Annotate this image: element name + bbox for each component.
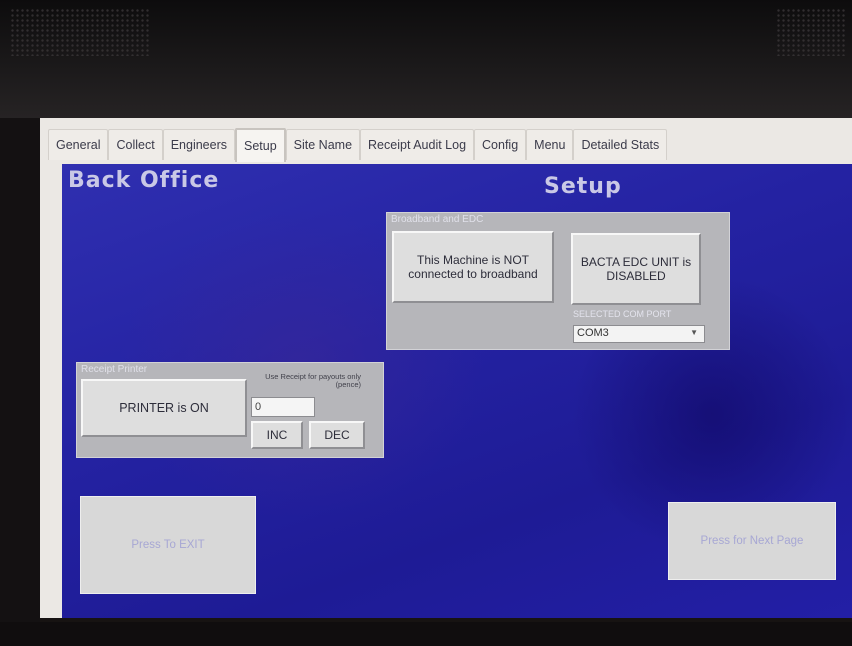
- tab-detailed-stats[interactable]: Detailed Stats: [573, 129, 668, 160]
- monitor-bezel-top: [0, 0, 852, 118]
- group-title: Broadband and EDC: [391, 214, 484, 225]
- chevron-down-icon: ▼: [690, 328, 698, 337]
- broadband-edc-group: Broadband and EDC This Machine is NOT co…: [386, 212, 730, 350]
- monitor-bezel-bottom: [0, 622, 852, 646]
- group-title: Receipt Printer: [81, 364, 148, 375]
- dec-button[interactable]: DEC: [309, 421, 365, 449]
- inc-button[interactable]: INC: [251, 421, 303, 449]
- receipt-printer-group: Receipt Printer PRINTER is ON Use Receip…: [76, 362, 384, 458]
- tab-bar: General Collect Engineers Setup Site Nam…: [40, 118, 852, 164]
- monitor-bezel-left: [0, 118, 40, 646]
- edc-status-button[interactable]: BACTA EDC UNIT is DISABLED: [571, 233, 701, 305]
- com-port-label: SELECTED COM PORT: [573, 309, 672, 319]
- next-page-button[interactable]: Press for Next Page: [668, 502, 836, 580]
- counter-label: Use Receipt for payouts only (pence): [265, 372, 361, 389]
- screen: General Collect Engineers Setup Site Nam…: [40, 118, 852, 618]
- tab-collect[interactable]: Collect: [108, 129, 163, 160]
- broadband-status-button[interactable]: This Machine is NOT connected to broadba…: [392, 231, 554, 303]
- page-title: Setup: [544, 174, 622, 199]
- back-office-title: Back Office: [68, 168, 220, 193]
- tab-receipt-audit-log[interactable]: Receipt Audit Log: [360, 129, 475, 160]
- exit-button[interactable]: Press To EXIT: [80, 496, 256, 594]
- tab-config[interactable]: Config: [474, 129, 527, 160]
- receipt-counter-input[interactable]: [251, 397, 315, 417]
- speaker-grille-icon: [776, 8, 846, 56]
- printer-status-button[interactable]: PRINTER is ON: [81, 379, 247, 437]
- com-port-select[interactable]: COM3 ▼: [573, 325, 705, 343]
- tab-menu[interactable]: Menu: [526, 129, 574, 160]
- speaker-grille-icon: [10, 8, 150, 56]
- tab-site-name[interactable]: Site Name: [285, 129, 361, 160]
- tab-setup[interactable]: Setup: [235, 128, 286, 162]
- tab-engineers[interactable]: Engineers: [162, 129, 235, 160]
- com-port-value: COM3: [577, 327, 609, 339]
- tab-general[interactable]: General: [48, 129, 109, 160]
- setup-panel: Back Office Setup Broadband and EDC This…: [62, 164, 852, 618]
